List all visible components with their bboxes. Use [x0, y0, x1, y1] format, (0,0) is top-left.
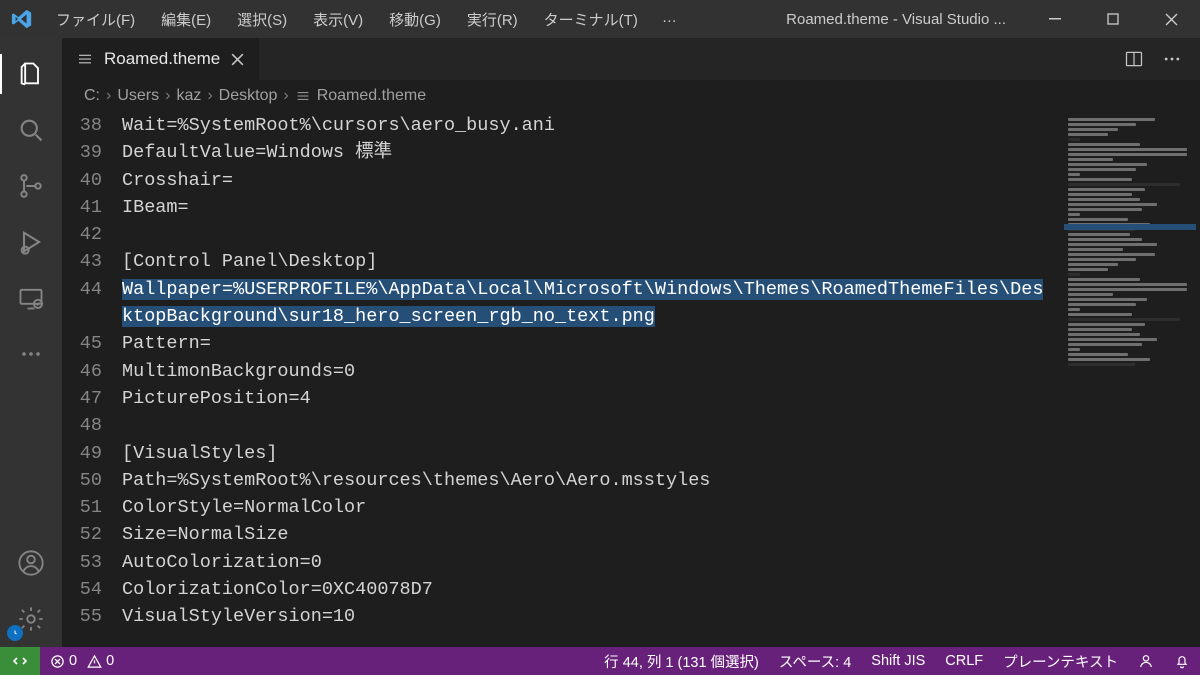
chevron-right-icon: ›: [165, 87, 170, 105]
chevron-right-icon: ›: [283, 87, 288, 105]
source-control-icon[interactable]: [0, 158, 62, 214]
status-encoding[interactable]: Shift JIS: [861, 653, 935, 669]
menu-view[interactable]: 表示(V): [301, 5, 375, 34]
warning-count: 0: [106, 653, 114, 669]
close-button[interactable]: [1142, 0, 1200, 38]
search-icon[interactable]: [0, 102, 62, 158]
settings-gear-icon[interactable]: [0, 591, 62, 647]
menu-more-icon[interactable]: …: [652, 5, 687, 34]
tab-roamed-theme[interactable]: Roamed.theme: [62, 38, 260, 80]
menu-go[interactable]: 移動(G): [377, 5, 453, 34]
title-bar: ファイル(F) 編集(E) 選択(S) 表示(V) 移動(G) 実行(R) ター…: [0, 0, 1200, 38]
breadcrumbs[interactable]: C: › Users › kaz › Desktop › Roamed.theme: [62, 80, 1200, 112]
status-feedback-icon[interactable]: [1128, 653, 1164, 669]
remote-indicator[interactable]: [0, 647, 40, 675]
menu-file[interactable]: ファイル(F): [44, 5, 147, 34]
maximize-button[interactable]: [1084, 0, 1142, 38]
error-count: 0: [69, 653, 77, 669]
code-editor[interactable]: 383940414243444546474849505152535455 Wai…: [62, 112, 1060, 647]
status-eol[interactable]: CRLF: [935, 653, 993, 669]
activity-bar: [0, 38, 62, 647]
menu-bar: ファイル(F) 編集(E) 選択(S) 表示(V) 移動(G) 実行(R) ター…: [44, 5, 687, 34]
menu-run[interactable]: 実行(R): [455, 5, 530, 34]
breadcrumb-segment[interactable]: C:: [84, 87, 100, 105]
remote-explorer-icon[interactable]: [0, 270, 62, 326]
window-title: Roamed.theme - Visual Studio ...: [786, 11, 1026, 28]
tab-label: Roamed.theme: [104, 49, 220, 69]
split-editor-icon[interactable]: [1124, 49, 1144, 69]
status-indentation[interactable]: スペース: 4: [769, 651, 861, 672]
minimap[interactable]: [1060, 112, 1200, 647]
chevron-right-icon: ›: [207, 87, 212, 105]
breadcrumb-segment[interactable]: Users: [117, 87, 159, 105]
status-notifications-icon[interactable]: [1164, 653, 1200, 669]
run-debug-icon[interactable]: [0, 214, 62, 270]
line-number-gutter: 383940414243444546474849505152535455: [62, 112, 122, 647]
minimize-button[interactable]: [1026, 0, 1084, 38]
breadcrumb-segment[interactable]: Desktop: [219, 87, 278, 105]
explorer-icon[interactable]: [0, 46, 62, 102]
window-controls: [1026, 0, 1200, 38]
breadcrumb-segment[interactable]: kaz: [176, 87, 201, 105]
menu-selection[interactable]: 選択(S): [225, 5, 299, 34]
code-content[interactable]: Wait=%SystemRoot%\cursors\aero_busy.aniD…: [122, 112, 1060, 647]
status-language-mode[interactable]: プレーンテキスト: [993, 651, 1128, 672]
status-bar: 0 0 行 44, 列 1 (131 個選択) スペース: 4 Shift JI…: [0, 647, 1200, 675]
clock-badge-icon: [7, 625, 23, 641]
tab-close-icon[interactable]: [230, 52, 245, 67]
vscode-logo-icon: [0, 8, 44, 30]
breadcrumb-file[interactable]: Roamed.theme: [295, 87, 426, 105]
menu-edit[interactable]: 編集(E): [149, 5, 223, 34]
file-icon: [76, 50, 94, 68]
status-problems[interactable]: 0 0: [40, 653, 124, 669]
more-icon[interactable]: [0, 326, 62, 382]
minimap-content: [1068, 118, 1192, 366]
main-area: Roamed.theme C: › Users › kaz › Desktop ›: [0, 38, 1200, 647]
tab-bar: Roamed.theme: [62, 38, 1200, 80]
accounts-icon[interactable]: [0, 535, 62, 591]
status-cursor-position[interactable]: 行 44, 列 1 (131 個選択): [594, 651, 769, 672]
chevron-right-icon: ›: [106, 87, 111, 105]
editor-more-icon[interactable]: [1162, 49, 1182, 69]
editor-group: Roamed.theme C: › Users › kaz › Desktop ›: [62, 38, 1200, 647]
minimap-highlight: [1064, 224, 1196, 230]
menu-terminal[interactable]: ターミナル(T): [532, 5, 650, 34]
